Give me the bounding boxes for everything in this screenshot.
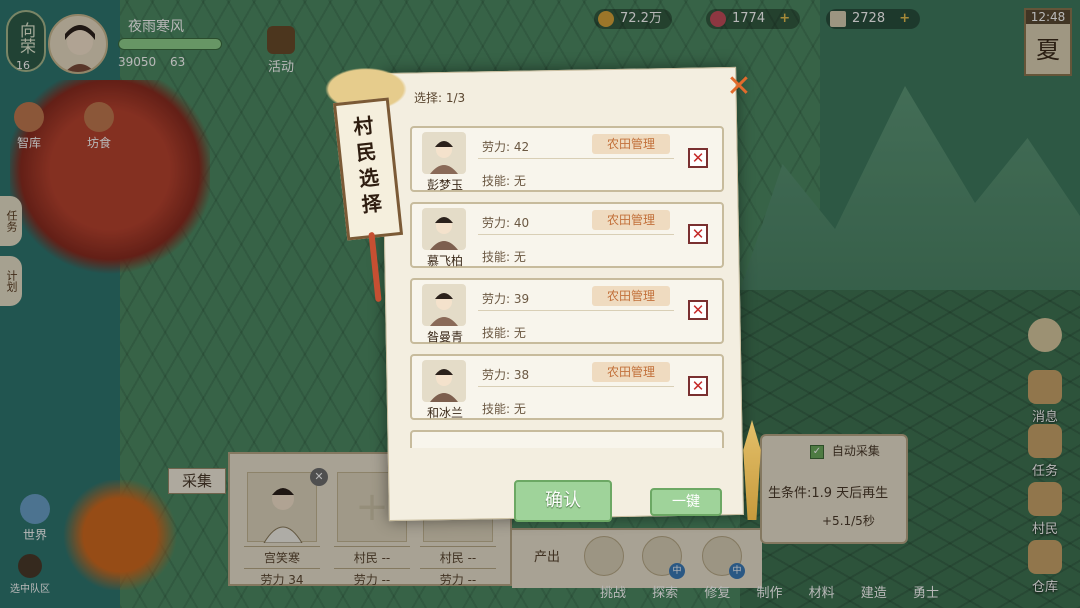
- villager-skill: 技能: 无: [482, 402, 526, 416]
- villager-name: 慕飞柏: [426, 254, 463, 268]
- villager-card[interactable]: 昝曼青 劳力: 39 技能: 无 农田管理 ✕: [410, 278, 724, 344]
- villager-skill: 技能: 无: [482, 326, 526, 340]
- villager-list[interactable]: 彭梦玉 劳力: 42 技能: 无 农田管理 ✕ 慕飞柏 劳力: 40 技能: 无…: [408, 112, 726, 448]
- close-icon[interactable]: ✕: [722, 70, 756, 104]
- divider: [478, 234, 674, 235]
- dialog-title: 村民选择: [352, 113, 383, 217]
- villager-skill: 技能: 无: [482, 174, 526, 188]
- select-checkbox[interactable]: ✕: [688, 376, 708, 396]
- villager-skill: 技能: 无: [482, 250, 526, 264]
- villager-portrait: [422, 360, 466, 402]
- divider: [478, 158, 674, 159]
- specialty-tag: 农田管理: [592, 134, 670, 154]
- select-checkbox[interactable]: ✕: [688, 300, 708, 320]
- villager-portrait: [422, 284, 466, 326]
- villager-name: 和冰兰: [426, 406, 463, 420]
- divider: [478, 310, 674, 311]
- villager-card-partial[interactable]: [410, 430, 724, 448]
- select-checkbox[interactable]: ✕: [688, 224, 708, 244]
- villager-name: 彭梦玉: [426, 178, 463, 192]
- villager-portrait: [422, 132, 466, 174]
- villager-labor: 劳力: 39: [482, 292, 530, 306]
- confirm-button[interactable]: 确认: [514, 480, 612, 522]
- villager-card[interactable]: 彭梦玉 劳力: 42 技能: 无 农田管理 ✕: [410, 126, 724, 192]
- villager-card[interactable]: 和冰兰 劳力: 38 技能: 无 农田管理 ✕: [410, 354, 724, 420]
- specialty-tag: 农田管理: [592, 362, 670, 382]
- villager-labor: 劳力: 42: [482, 140, 530, 154]
- specialty-tag: 农田管理: [592, 286, 670, 306]
- villager-card[interactable]: 慕飞柏 劳力: 40 技能: 无 农田管理 ✕: [410, 202, 724, 268]
- select-checkbox[interactable]: ✕: [688, 148, 708, 168]
- villager-labor: 劳力: 38: [482, 368, 530, 382]
- one-key-button[interactable]: 一键: [650, 488, 722, 516]
- divider: [478, 386, 674, 387]
- specialty-tag: 农田管理: [592, 210, 670, 230]
- villager-portrait: [422, 208, 466, 250]
- villager-labor: 劳力: 40: [482, 216, 530, 230]
- selection-count: 选择: 1/3: [414, 91, 466, 105]
- villager-name: 昝曼青: [426, 330, 463, 344]
